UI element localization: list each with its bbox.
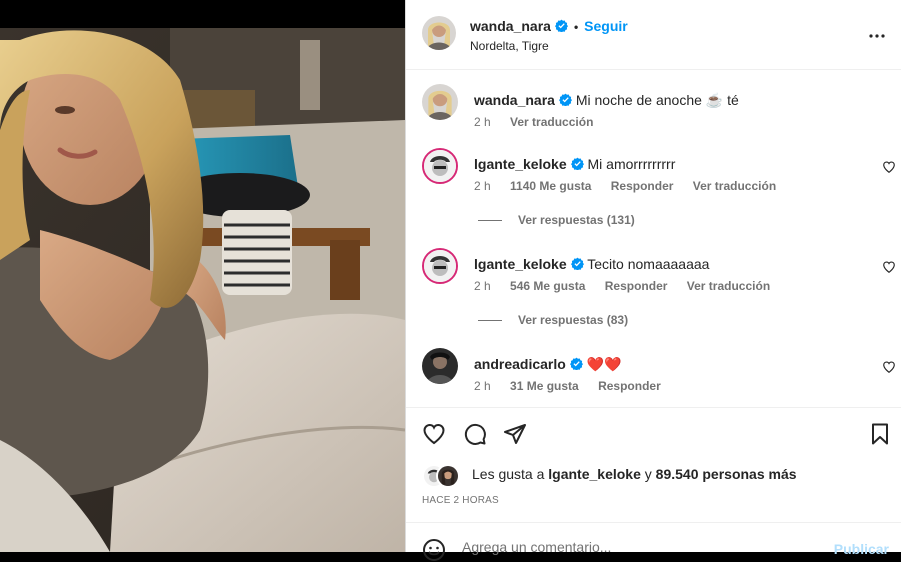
publish-button[interactable]: Publicar — [834, 541, 889, 557]
verified-icon — [558, 93, 572, 106]
reply-button[interactable]: Responder — [611, 179, 674, 193]
comment-time[interactable]: 2 h — [474, 179, 491, 193]
like-comment-heart-icon[interactable] — [882, 160, 896, 174]
caption-avatar[interactable] — [422, 84, 458, 120]
caption-username[interactable]: wanda_nara — [474, 92, 555, 108]
comment-icon[interactable] — [463, 422, 487, 446]
liker-avatar[interactable] — [436, 464, 460, 488]
bookmark-icon[interactable] — [868, 422, 892, 446]
verified-icon — [570, 157, 584, 170]
commenter-avatar[interactable] — [422, 348, 458, 384]
more-options-icon[interactable] — [867, 26, 887, 46]
author-username[interactable]: wanda_nara — [470, 18, 551, 34]
post-location[interactable]: Nordelta, Tigre — [470, 39, 549, 53]
comment-text: Mi amorrrrrrrrr — [587, 156, 676, 172]
reply-button[interactable]: Responder — [598, 379, 661, 393]
translate-link[interactable]: Ver traducción — [693, 179, 776, 193]
post-timestamp[interactable]: HACE 2 HORAS — [422, 495, 499, 506]
like-comment-heart-icon[interactable] — [882, 360, 896, 374]
comment-username[interactable]: lgante_keloke — [474, 256, 567, 272]
commenter-avatar[interactable] — [422, 148, 458, 184]
caption-text: Mi noche de anoche — [575, 92, 702, 108]
comment-username[interactable]: lgante_keloke — [474, 156, 567, 172]
caption-suffix: té — [727, 92, 739, 108]
comment-time[interactable]: 2 h — [474, 279, 491, 293]
comment-time[interactable]: 2 h — [474, 379, 491, 393]
verified-icon — [554, 19, 568, 32]
share-icon[interactable] — [503, 422, 527, 446]
comment-text: Tecito nomaaaaaaa — [587, 256, 710, 272]
translate-link[interactable]: Ver traducción — [687, 279, 770, 293]
comment-likes[interactable]: 546 Me gusta — [510, 279, 585, 293]
heart-icon[interactable] — [422, 422, 446, 446]
like-comment-heart-icon[interactable] — [882, 260, 896, 274]
view-replies-button[interactable]: Ver respuestas (131) — [478, 213, 635, 227]
likes-user[interactable]: lgante_keloke — [548, 466, 641, 482]
post-image[interactable] — [0, 0, 405, 552]
likes-summary: Les gusta a lgante_keloke y 89.540 perso… — [422, 462, 882, 488]
verified-icon — [569, 357, 583, 370]
post-side-panel: wanda_nara • Seguir Nordelta, Tigre wanda_… — [405, 0, 901, 561]
comment-likes[interactable]: 1140 Me gusta — [510, 179, 591, 193]
reply-button[interactable]: Responder — [605, 279, 668, 293]
post-header: wanda_nara • Seguir Nordelta, Tigre — [406, 0, 901, 70]
caption-time[interactable]: 2 h — [474, 115, 491, 129]
separator-dot: • — [573, 20, 579, 34]
comment-username[interactable]: andreadicarlo — [474, 356, 566, 372]
view-replies-button[interactable]: Ver respuestas (83) — [478, 313, 628, 327]
post-photo — [0, 0, 405, 552]
comment-input[interactable] — [462, 539, 822, 555]
comment-text: ❤️❤️ — [586, 356, 622, 372]
coffee-emoji: ☕ — [705, 92, 724, 108]
comment-box-divider — [406, 522, 901, 523]
caption-translate-link[interactable]: Ver traducción — [510, 115, 593, 129]
follow-button[interactable]: Seguir — [584, 18, 628, 34]
likes-connector: y — [644, 466, 652, 482]
likes-others[interactable]: 89.540 personas más — [656, 466, 797, 482]
commenter-avatar[interactable] — [422, 248, 458, 284]
verified-icon — [570, 257, 584, 270]
actions-divider — [406, 407, 901, 408]
likes-prefix: Les gusta a — [472, 466, 545, 482]
comment-likes[interactable]: 31 Me gusta — [510, 379, 579, 393]
author-avatar[interactable] — [422, 16, 456, 50]
emoji-icon[interactable] — [422, 538, 446, 562]
